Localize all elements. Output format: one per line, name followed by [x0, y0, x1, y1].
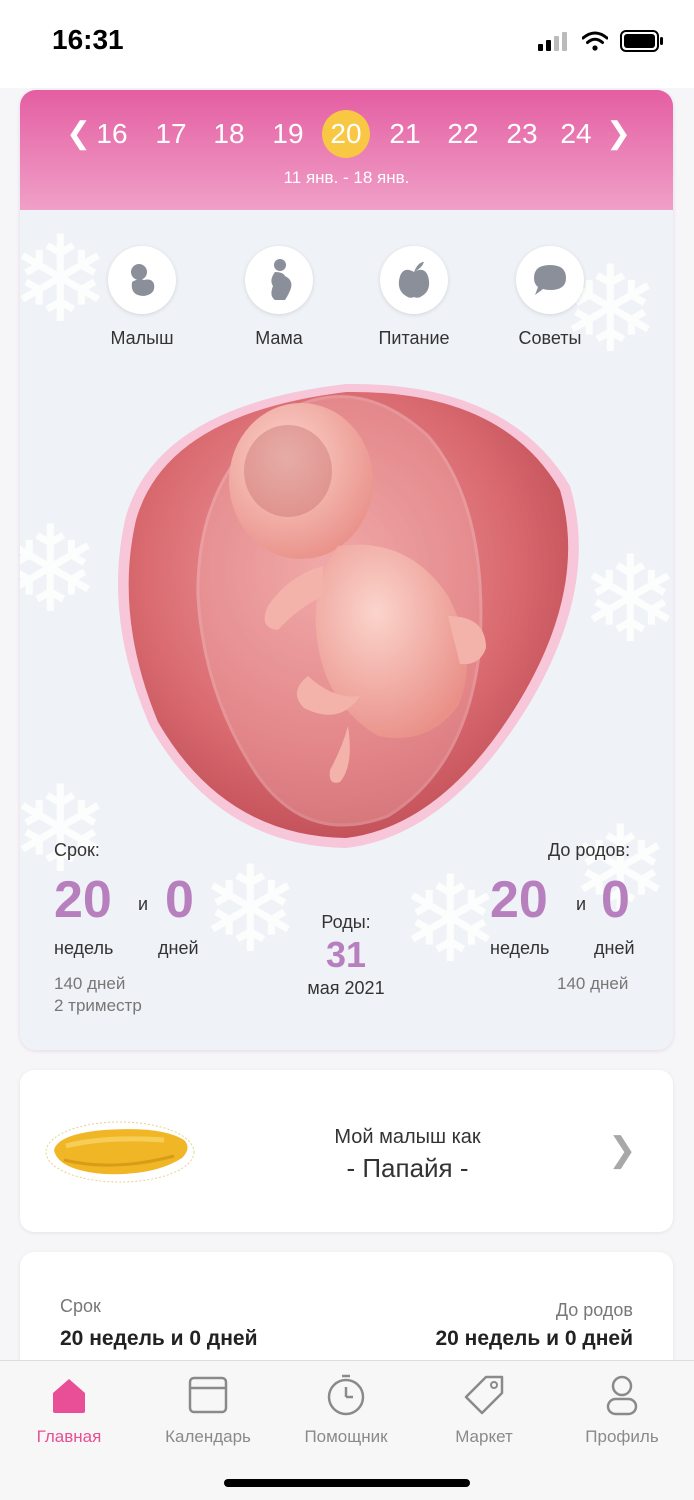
- until-birth-label: До родов:: [548, 840, 631, 860]
- week-18[interactable]: 18: [205, 110, 253, 158]
- baby-size-card[interactable]: Мой малыш как - Папайя - ❯: [20, 1070, 673, 1232]
- status-icons: [538, 30, 664, 52]
- category-label: Мама: [255, 328, 303, 348]
- tab-calendar[interactable]: Календарь: [139, 1371, 277, 1447]
- card-body: ❄ ❄ ❄ ❄ ❄ ❄ ❄ ❄ Малыш Мама Питание Совет…: [20, 210, 673, 1050]
- tab-icon-wrap: [553, 1371, 691, 1419]
- term-and: и: [138, 894, 149, 914]
- tab-icon-wrap: [139, 1371, 277, 1419]
- category-circle[interactable]: [245, 246, 313, 314]
- week-23[interactable]: 23: [498, 110, 546, 158]
- home-icon: [53, 1379, 85, 1413]
- tab-label: Профиль: [585, 1427, 659, 1446]
- status-bar: 16:31: [0, 0, 694, 88]
- size-text: Мой малыш как - Папайя -: [240, 1126, 575, 1184]
- tab-label: Маркет: [455, 1427, 513, 1446]
- until-days-unit: дней: [594, 938, 635, 958]
- tab-profile[interactable]: Профиль: [553, 1371, 691, 1447]
- term-label: Срок:: [54, 840, 100, 860]
- until-total-days: 140 дней: [557, 974, 629, 993]
- until-weeks-unit: недель: [490, 938, 550, 958]
- term-total-days: 140 дней: [54, 974, 126, 993]
- category-mom[interactable]: Мама: [219, 246, 339, 349]
- until-weeks-value: 20: [490, 871, 548, 929]
- week-16[interactable]: 16: [88, 110, 136, 158]
- tab-icon-wrap: [277, 1371, 415, 1419]
- pregnant-mother-icon: [271, 259, 292, 300]
- snowflake-decoration: ❄: [400, 853, 501, 987]
- category-circle[interactable]: [108, 246, 176, 314]
- due-day: 31: [325, 934, 367, 975]
- wifi-icon: [582, 31, 608, 51]
- term-weeks-value: 20: [54, 871, 112, 929]
- tab-label: Главная: [36, 1427, 102, 1446]
- category-baby[interactable]: Малыш: [82, 246, 202, 349]
- week-date-range: 11 янв. - 18 янв.: [283, 168, 410, 187]
- category-label: Советы: [518, 328, 582, 348]
- calendar-icon: [188, 1376, 228, 1414]
- week-22[interactable]: 22: [439, 110, 487, 158]
- baby-icon: [131, 264, 155, 296]
- tab-home[interactable]: Главная: [0, 1371, 138, 1447]
- category-circle[interactable]: [380, 246, 448, 314]
- status-time: 16:31: [52, 24, 124, 55]
- week-row: ❮ 16 17 18 19 20 21 22 23 24 ❯: [20, 104, 673, 164]
- term-days-unit: дней: [158, 938, 199, 958]
- category-label: Питание: [378, 328, 450, 348]
- size-fruit-name: - Папайя -: [346, 1153, 469, 1183]
- week-20-selected[interactable]: 20: [322, 110, 370, 158]
- category-tips[interactable]: Советы: [490, 246, 610, 349]
- term-trimester: 2 триместр: [54, 996, 142, 1015]
- tab-icon-wrap: [0, 1371, 138, 1419]
- size-label: Мой малыш как: [334, 1126, 481, 1148]
- category-label: Малыш: [110, 328, 174, 348]
- chevron-right-icon[interactable]: ❯: [606, 116, 631, 151]
- pregnancy-main-card: ❮ 16 17 18 19 20 21 22 23 24 ❯ 11 янв. -…: [20, 90, 673, 1050]
- until-days-value: 0: [601, 871, 630, 929]
- tag-icon: [464, 1375, 504, 1415]
- category-circle[interactable]: [516, 246, 584, 314]
- tab-label: Помощник: [304, 1427, 388, 1446]
- week-19[interactable]: 19: [264, 110, 312, 158]
- week-selector: ❮ 16 17 18 19 20 21 22 23 24 ❯ 11 янв. -…: [20, 90, 673, 210]
- fetus-illustration: [108, 376, 584, 856]
- cellular-signal-icon: [538, 32, 567, 51]
- snowflake-decoration: ❄: [20, 503, 101, 637]
- chevron-right-icon[interactable]: ❯: [608, 1130, 637, 1170]
- tab-market[interactable]: Маркет: [415, 1371, 553, 1447]
- summary-until-value: 20 недель и 0 дней: [435, 1327, 633, 1350]
- week-21[interactable]: 21: [381, 110, 429, 158]
- snowflake-decoration: ❄: [580, 533, 673, 667]
- term-days-value: 0: [165, 871, 194, 929]
- papaya-icon: [45, 1121, 195, 1183]
- due-label: Роды:: [321, 912, 371, 932]
- category-nutrition[interactable]: Питание: [354, 246, 474, 349]
- tab-label: Календарь: [165, 1427, 251, 1446]
- user-icon: [606, 1375, 638, 1416]
- tab-icon-wrap: [415, 1371, 553, 1419]
- week-24[interactable]: 24: [556, 110, 596, 158]
- tab-assistant[interactable]: Помощник: [277, 1371, 415, 1447]
- term-weeks-unit: недель: [54, 938, 114, 958]
- summary-until-label: До родов: [555, 1300, 633, 1320]
- apple-icon: [398, 262, 430, 298]
- summary-term-value: 20 недель и 0 дней: [60, 1327, 258, 1350]
- home-indicator: [224, 1479, 470, 1487]
- until-and: и: [576, 894, 587, 914]
- stopwatch-icon: [327, 1374, 365, 1416]
- due-month-year: мая 2021: [307, 978, 385, 998]
- summary-term-label: Срок: [60, 1296, 101, 1316]
- speech-bubble-icon: [534, 265, 566, 295]
- summary-card: Срок 20 недель и 0 дней До родов 20 неде…: [20, 1252, 673, 1372]
- week-17[interactable]: 17: [147, 110, 195, 158]
- battery-icon: [620, 30, 663, 52]
